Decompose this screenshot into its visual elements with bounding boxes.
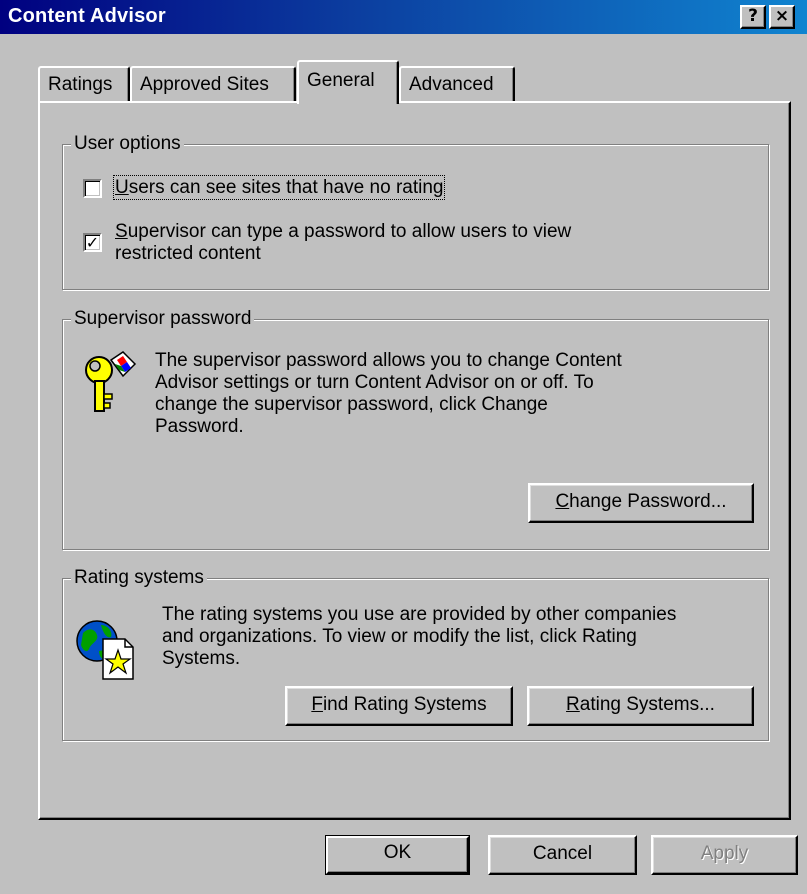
tab-label: Approved Sites: [140, 74, 269, 95]
cancel-button[interactable]: Cancel: [488, 835, 637, 875]
no-rating-label[interactable]: Users can see sites that have no rating: [112, 175, 446, 200]
close-button[interactable]: ×: [769, 5, 795, 29]
user-options-group: User options Users can see sites that ha…: [62, 133, 769, 290]
mnemonic: F: [311, 694, 323, 715]
focus-outline: Users can see sites that have no rating: [112, 175, 446, 200]
no-rating-checkbox[interactable]: [83, 179, 102, 198]
help-button[interactable]: ?: [740, 5, 766, 29]
button-label: ating Systems...: [579, 694, 715, 715]
supervisor-password-group: Supervisor password The supervisor passw…: [62, 308, 769, 550]
change-password-button[interactable]: Change Password...: [528, 483, 754, 523]
key-icon: [85, 351, 137, 412]
label-text: upervisor can type a password to allow u…: [127, 221, 572, 242]
supervisor-password-description: The supervisor password allows you to ch…: [155, 350, 622, 438]
desc-line: The rating systems you use are provided …: [162, 604, 677, 625]
desc-line: The supervisor password allows you to ch…: [155, 350, 622, 371]
title-bar[interactable]: Content Advisor ? ×: [0, 0, 807, 34]
general-tab-panel: User options Users can see sites that ha…: [38, 101, 791, 820]
ok-button[interactable]: OK: [325, 835, 470, 875]
button-label: Cancel: [532, 843, 593, 864]
tab-general[interactable]: General: [297, 60, 399, 104]
button-label: hange Password...: [569, 491, 727, 512]
mnemonic: S: [115, 221, 128, 242]
globe-document-icon: [76, 620, 134, 680]
mnemonic: U: [115, 177, 129, 198]
label-text: sers can see sites that have no rating: [128, 177, 444, 198]
desc-line: and organizations. To view or modify the…: [162, 626, 637, 647]
supervisor-override-checkbox[interactable]: ✓: [83, 233, 102, 252]
button-label: Apply: [700, 843, 749, 864]
rating-systems-description: The rating systems you use are provided …: [162, 604, 676, 670]
desc-line: Advisor settings or turn Content Advisor…: [155, 372, 594, 393]
tab-advanced[interactable]: Advanced: [399, 66, 515, 102]
label-text-line2: restricted content: [115, 243, 261, 264]
user-options-legend: User options: [71, 133, 184, 155]
find-rating-systems-button[interactable]: Find Rating Systems: [285, 686, 513, 726]
supervisor-password-legend: Supervisor password: [71, 308, 255, 330]
tab-label: Advanced: [409, 74, 494, 95]
button-label: ind Rating Systems: [322, 694, 487, 715]
apply-button[interactable]: Apply: [651, 835, 798, 875]
content-advisor-dialog: Content Advisor ? × Ratings Approved Sit…: [0, 0, 807, 894]
tab-label: Ratings: [48, 74, 113, 95]
mnemonic: C: [555, 491, 570, 512]
desc-line: Password.: [155, 416, 244, 437]
desc-line: change the supervisor password, click Ch…: [155, 394, 548, 415]
supervisor-override-label[interactable]: Supervisor can type a password to allow …: [115, 221, 571, 265]
rating-systems-group: Rating systems The rating systems you us…: [62, 567, 769, 741]
tab-approved-sites[interactable]: Approved Sites: [130, 66, 296, 102]
rating-systems-button[interactable]: Rating Systems...: [527, 686, 754, 726]
rating-systems-legend: Rating systems: [71, 567, 207, 589]
tab-label: General: [307, 70, 375, 91]
button-face: [326, 836, 469, 874]
mnemonic: R: [566, 694, 580, 715]
desc-line: Systems.: [162, 648, 241, 669]
window-title: Content Advisor: [8, 5, 166, 27]
tab-ratings[interactable]: Ratings: [38, 66, 130, 102]
